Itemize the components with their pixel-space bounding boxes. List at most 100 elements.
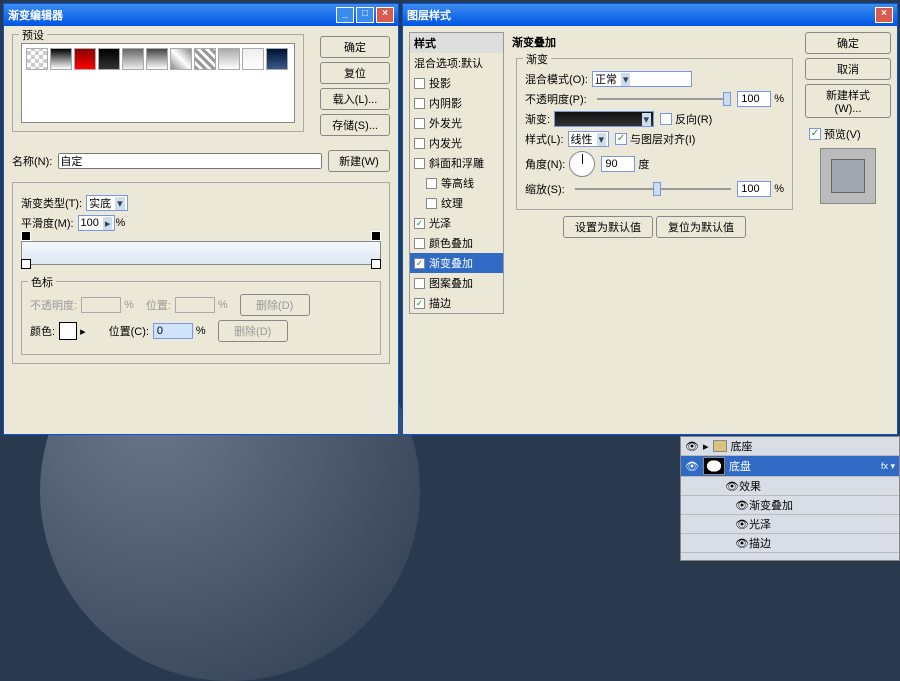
opacity-label: 不透明度: bbox=[30, 297, 77, 313]
chevron-down-icon: ▾ bbox=[642, 113, 652, 126]
preset-grid[interactable] bbox=[21, 43, 295, 123]
color-label: 颜色: bbox=[30, 323, 55, 339]
reset-button[interactable]: 复位 bbox=[320, 62, 390, 84]
layers-panel: 👁▸底座 👁底盘fx ▾ 👁效果 👁渐变叠加 👁光泽 👁描边 bbox=[680, 436, 900, 561]
gradient-picker[interactable]: ▾ bbox=[554, 111, 654, 127]
dialog-title: 图层样式 bbox=[407, 7, 873, 23]
presets-label: 预设 bbox=[19, 27, 47, 43]
name-input[interactable] bbox=[58, 153, 322, 169]
preview-thumbnail bbox=[820, 148, 876, 204]
load-button[interactable]: 载入(L)... bbox=[320, 88, 390, 110]
grad-label: 渐变: bbox=[525, 111, 550, 127]
pos2-label: 位置(C): bbox=[109, 323, 149, 339]
chevron-down-icon: ▾ bbox=[115, 197, 125, 210]
style-texture[interactable]: 纹理 bbox=[410, 193, 503, 213]
style-satin[interactable]: ✓光泽 bbox=[410, 213, 503, 233]
reverse-checkbox[interactable]: 反向(R) bbox=[660, 111, 712, 127]
new-style-button[interactable]: 新建样式(W)... bbox=[805, 84, 891, 118]
style-label: 样式(L): bbox=[525, 131, 564, 147]
layer-fx-satin[interactable]: 👁光泽 bbox=[681, 515, 899, 534]
set-default-button[interactable]: 设置为默认值 bbox=[563, 216, 653, 238]
eye-icon[interactable]: 👁 bbox=[735, 537, 749, 550]
name-label: 名称(N): bbox=[12, 153, 52, 169]
style-gradient-overlay[interactable]: ✓渐变叠加 bbox=[410, 253, 503, 273]
opacity-slider[interactable] bbox=[597, 98, 731, 100]
layer-selected[interactable]: 👁底盘fx ▾ bbox=[681, 456, 899, 477]
style-drop-shadow[interactable]: 投影 bbox=[410, 73, 503, 93]
gradient-editor-dialog: 渐变编辑器 _ □ × 预设 bbox=[3, 3, 399, 435]
style-inner-shadow[interactable]: 内阴影 bbox=[410, 93, 503, 113]
layer-fx-stroke[interactable]: 👁描边 bbox=[681, 534, 899, 553]
cancel-button[interactable]: 取消 bbox=[805, 58, 891, 80]
style-select[interactable]: 线性▾ bbox=[568, 131, 610, 147]
panel-subtitle: 渐变 bbox=[523, 51, 551, 67]
opacity-input[interactable] bbox=[737, 91, 771, 107]
folder-icon bbox=[713, 440, 727, 452]
eye-icon[interactable]: 👁 bbox=[685, 440, 699, 453]
style-inner-glow[interactable]: 内发光 bbox=[410, 133, 503, 153]
layer-effects[interactable]: 👁效果 bbox=[681, 477, 899, 496]
eye-icon[interactable]: 👁 bbox=[735, 518, 749, 531]
style-bevel[interactable]: 斜面和浮雕 bbox=[410, 153, 503, 173]
smooth-input[interactable]: 100▸ bbox=[78, 215, 116, 231]
opacity-stop-right[interactable] bbox=[371, 231, 381, 241]
grad-type-label: 渐变类型(T): bbox=[21, 195, 82, 211]
reset-default-button[interactable]: 复位为默认值 bbox=[656, 216, 746, 238]
save-button[interactable]: 存储(S)... bbox=[320, 114, 390, 136]
eye-icon[interactable]: 👁 bbox=[735, 499, 749, 512]
style-color-overlay[interactable]: 颜色叠加 bbox=[410, 233, 503, 253]
panel-title: 渐变叠加 bbox=[510, 32, 799, 52]
scale-input[interactable] bbox=[737, 181, 771, 197]
ok-button[interactable]: 确定 bbox=[805, 32, 891, 54]
eye-icon[interactable]: 👁 bbox=[725, 480, 739, 493]
layer-style-dialog: 图层样式 × 样式 混合选项:默认 投影 内阴影 外发光 内发光 斜面和浮雕 等… bbox=[402, 3, 898, 435]
pos-label: 位置: bbox=[146, 297, 171, 313]
minimize-button[interactable]: _ bbox=[336, 7, 354, 23]
style-list: 样式 混合选项:默认 投影 内阴影 外发光 内发光 斜面和浮雕 等高线 纹理 ✓… bbox=[409, 32, 504, 314]
stop-opacity-input bbox=[81, 297, 121, 313]
color-swatch[interactable] bbox=[59, 322, 77, 340]
color-pos-input[interactable] bbox=[153, 323, 193, 339]
layer-fx-grad[interactable]: 👁渐变叠加 bbox=[681, 496, 899, 515]
ok-button[interactable]: 确定 bbox=[320, 36, 390, 58]
delete-opacity-stop-button: 删除(D) bbox=[240, 294, 310, 316]
titlebar[interactable]: 图层样式 × bbox=[403, 4, 897, 26]
dialog-title: 渐变编辑器 bbox=[8, 7, 334, 23]
grad-type-select[interactable]: 实底▾ bbox=[86, 195, 128, 211]
blend-select[interactable]: 正常▾ bbox=[592, 71, 692, 87]
angle-label: 角度(N): bbox=[525, 156, 565, 172]
styles-header[interactable]: 样式 bbox=[410, 33, 503, 53]
angle-input[interactable] bbox=[601, 156, 635, 172]
style-contour[interactable]: 等高线 bbox=[410, 173, 503, 193]
style-stroke[interactable]: ✓描边 bbox=[410, 293, 503, 313]
eye-icon[interactable]: 👁 bbox=[685, 460, 699, 473]
align-checkbox[interactable]: ✓与图层对齐(I) bbox=[615, 131, 695, 147]
scale-slider[interactable] bbox=[575, 188, 731, 190]
blend-label: 混合模式(O): bbox=[525, 71, 588, 87]
smooth-label: 平滑度(M): bbox=[21, 215, 74, 231]
titlebar[interactable]: 渐变编辑器 _ □ × bbox=[4, 4, 398, 26]
layer-folder[interactable]: 👁▸底座 bbox=[681, 437, 899, 456]
stop-pos-input bbox=[175, 297, 215, 313]
opacity-stop-left[interactable] bbox=[21, 231, 31, 241]
stops-title: 色标 bbox=[28, 274, 56, 290]
style-pattern-overlay[interactable]: 图案叠加 bbox=[410, 273, 503, 293]
color-stop-right[interactable] bbox=[371, 259, 381, 269]
delete-color-stop-button: 删除(D) bbox=[218, 320, 288, 342]
angle-dial[interactable] bbox=[569, 151, 595, 177]
maximize-button[interactable]: □ bbox=[356, 7, 374, 23]
preview-checkbox[interactable]: ✓预览(V) bbox=[809, 126, 861, 142]
close-button[interactable]: × bbox=[875, 7, 893, 23]
color-stop-left[interactable] bbox=[21, 259, 31, 269]
gradient-bar[interactable] bbox=[21, 241, 381, 265]
layer-thumb bbox=[703, 457, 725, 475]
chevron-down-icon: ▾ bbox=[597, 133, 607, 146]
chevron-down-icon: ▸ bbox=[103, 217, 113, 230]
scale-label: 缩放(S): bbox=[525, 181, 565, 197]
style-outer-glow[interactable]: 外发光 bbox=[410, 113, 503, 133]
chevron-down-icon: ▾ bbox=[621, 73, 631, 86]
new-button[interactable]: 新建(W) bbox=[328, 150, 390, 172]
close-button[interactable]: × bbox=[376, 7, 394, 23]
opacity-label: 不透明度(P): bbox=[525, 91, 587, 107]
style-blending[interactable]: 混合选项:默认 bbox=[410, 53, 503, 73]
